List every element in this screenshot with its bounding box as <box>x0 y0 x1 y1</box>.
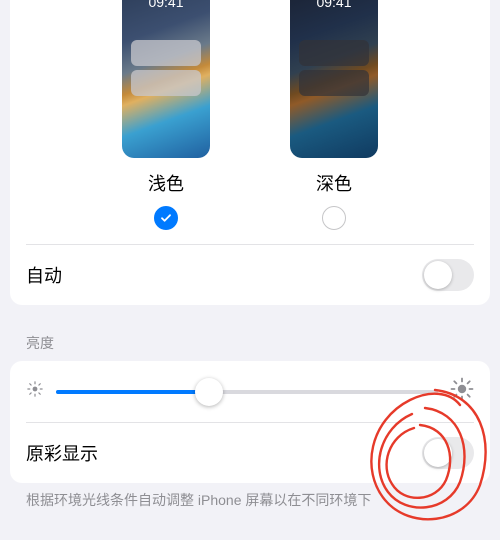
slider-fill <box>56 390 209 394</box>
dark-label: 深色 <box>316 170 352 196</box>
dark-radio[interactable] <box>322 206 346 230</box>
auto-row: 自动 <box>10 245 490 305</box>
appearance-option-light[interactable]: 09:41 浅色 <box>122 0 210 230</box>
switch-knob <box>424 439 452 467</box>
slider-thumb[interactable] <box>195 378 223 406</box>
true-tone-footer: 根据环境光线条件自动调整 iPhone 屏幕以在不同环境下 <box>26 491 474 511</box>
preview-notification <box>299 40 369 66</box>
light-preview-thumbnail: 09:41 <box>122 0 210 158</box>
sun-small-icon <box>26 380 44 403</box>
brightness-header: 亮度 <box>26 333 474 353</box>
brightness-group: 原彩显示 <box>10 361 490 483</box>
check-icon <box>160 212 172 224</box>
preview-time: 09:41 <box>122 0 210 10</box>
true-tone-switch[interactable] <box>422 437 474 469</box>
preview-notification <box>299 70 369 96</box>
switch-knob <box>424 261 452 289</box>
appearance-group: 09:41 浅色 09:41 深色 自动 <box>10 0 490 305</box>
light-radio[interactable] <box>154 206 178 230</box>
appearance-option-dark[interactable]: 09:41 深色 <box>290 0 378 230</box>
sun-large-icon <box>450 377 474 406</box>
dark-preview-thumbnail: 09:41 <box>290 0 378 158</box>
preview-notification <box>131 40 201 66</box>
preview-time: 09:41 <box>290 0 378 10</box>
brightness-slider[interactable] <box>56 378 438 406</box>
true-tone-label: 原彩显示 <box>26 440 98 466</box>
auto-switch[interactable] <box>422 259 474 291</box>
light-label: 浅色 <box>148 170 184 196</box>
true-tone-row: 原彩显示 <box>10 423 490 483</box>
brightness-slider-row <box>10 361 490 422</box>
auto-label: 自动 <box>26 262 62 288</box>
preview-notification <box>131 70 201 96</box>
appearance-options-row: 09:41 浅色 09:41 深色 <box>10 0 490 244</box>
